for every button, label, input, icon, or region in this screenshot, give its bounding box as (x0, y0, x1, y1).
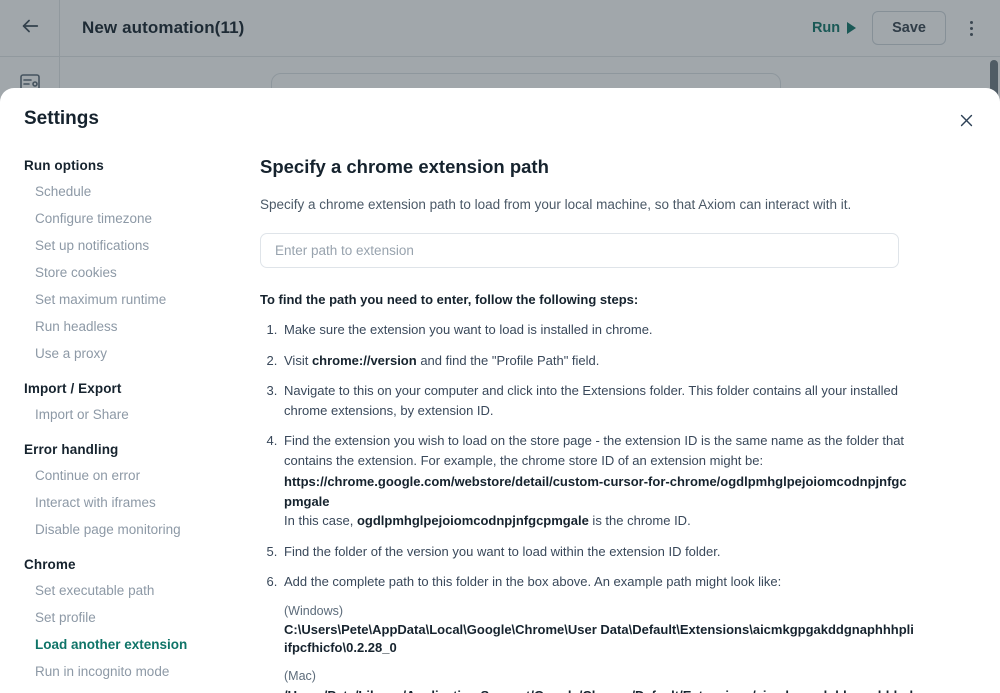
steps-intro: To find the path you need to enter, foll… (260, 292, 639, 307)
sidebar-item-use-a-proxy[interactable]: Use a proxy (24, 344, 252, 364)
step-3-text: Navigate to this on your computer and cl… (284, 383, 898, 418)
sidebar-item-disable-page-monitoring[interactable]: Disable page monitoring (24, 520, 252, 540)
close-icon[interactable] (952, 106, 980, 134)
nav-group-title: Import / Export (24, 381, 122, 396)
extension-path-input[interactable] (260, 233, 899, 268)
step-item: Add the complete path to this folder in … (281, 572, 914, 693)
sidebar-item-run-in-incognito-mode[interactable]: Run in incognito mode (24, 662, 252, 682)
mac-label: (Mac) (284, 669, 316, 683)
sidebar-item-bypass-bot-detection[interactable]: Bypass bot detection (24, 689, 252, 693)
nav-group-chrome: Chrome Set executable path Set profile L… (24, 557, 252, 693)
nav-group-run-options: Run options Schedule Configure timezone … (24, 158, 252, 364)
sidebar-item-interact-with-iframes[interactable]: Interact with iframes (24, 493, 252, 513)
chrome-version-url: chrome://version (311, 352, 417, 368)
sidebar-item-run-headless[interactable]: Run headless (24, 317, 252, 337)
settings-sidebar: Run options Schedule Configure timezone … (0, 150, 252, 693)
windows-label: (Windows) (284, 603, 344, 618)
step-4-case-pre: In this case, (284, 513, 357, 528)
settings-modal-body: Run options Schedule Configure timezone … (0, 150, 1000, 693)
sidebar-item-import-or-share[interactable]: Import or Share (24, 405, 252, 425)
sidebar-item-set-executable-path[interactable]: Set executable path (24, 581, 252, 601)
step-2-text-post: and find the "Profile Path" field. (416, 352, 600, 368)
step-item: Find the folder of the version you want … (281, 542, 914, 562)
step-item: Make sure the extension you want to load… (281, 320, 914, 340)
sidebar-item-set-maximum-runtime[interactable]: Set maximum runtime (24, 290, 252, 310)
sidebar-item-set-up-notifications[interactable]: Set up notifications (24, 236, 252, 256)
settings-modal: Settings Run options Schedule Configure … (0, 88, 1000, 693)
step-1-text: Make sure the extension you want to load… (284, 322, 653, 337)
step-6-text: Add the complete path to this folder in … (284, 574, 782, 589)
settings-title: Settings (24, 108, 99, 129)
nav-group-import-export: Import / Export Import or Share (24, 381, 252, 425)
step-4-case-post: is the chrome ID. (588, 513, 691, 528)
sidebar-item-store-cookies[interactable]: Store cookies (24, 263, 252, 283)
nav-group-title: Chrome (24, 557, 76, 572)
chrome-store-example-url: https://chrome.google.com/webstore/detai… (284, 474, 907, 509)
steps-list: Make sure the extension you want to load… (260, 320, 914, 693)
settings-modal-header: Settings (0, 88, 1000, 150)
page-description: Specify a chrome extension path to load … (260, 197, 852, 212)
step-4-case-line: In this case, ogdlpmhglpejoiomcodnpjnfgc… (284, 513, 691, 528)
step-4-text: Find the extension you wish to load on t… (284, 433, 905, 468)
sidebar-item-continue-on-error[interactable]: Continue on error (24, 466, 252, 486)
page-title: Specify a chrome extension path (260, 156, 549, 177)
step-5-text: Find the folder of the version you want … (284, 543, 721, 559)
nav-group-error-handling: Error handling Continue on error Interac… (24, 442, 252, 540)
sidebar-item-set-profile[interactable]: Set profile (24, 608, 252, 628)
sidebar-item-load-another-extension[interactable]: Load another extension (24, 635, 252, 655)
sidebar-item-schedule[interactable]: Schedule (24, 182, 252, 202)
settings-main-panel: Specify a chrome extension path Specify … (252, 150, 1000, 693)
step-item: Find the extension you wish to load on t… (281, 431, 914, 531)
step-item: Navigate to this on your computer and cl… (281, 381, 914, 420)
nav-group-title: Error handling (24, 442, 119, 457)
mac-example-path: /Users/Pete/Library/Application Support/… (284, 687, 914, 693)
step-2-text-pre: Visit (284, 352, 312, 368)
sidebar-item-configure-timezone[interactable]: Configure timezone (24, 209, 252, 229)
nav-group-title: Run options (24, 158, 104, 173)
windows-example-path: C:\Users\Pete\AppData\Local\Google\Chrom… (284, 622, 914, 655)
step-item: Visit chrome://version and find the "Pro… (281, 351, 914, 371)
extension-id-value: ogdlpmhglpejoiomcodnpjnfgcpmgale (356, 513, 589, 528)
